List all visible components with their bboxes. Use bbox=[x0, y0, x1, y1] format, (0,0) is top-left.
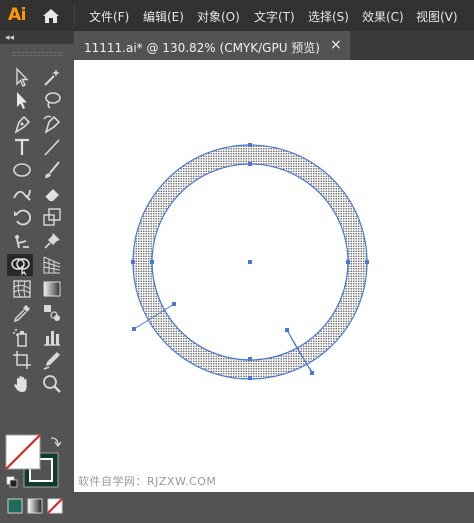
ellipse-tool-icon[interactable] bbox=[9, 159, 35, 181]
rotate-tool-icon[interactable] bbox=[9, 206, 35, 228]
none-mode-button[interactable] bbox=[47, 498, 63, 514]
shape-builder-tool-icon[interactable] bbox=[7, 254, 33, 276]
scale-tool-icon[interactable] bbox=[39, 206, 65, 228]
mesh-tool-icon[interactable] bbox=[9, 278, 35, 300]
direct-selection-tool-icon[interactable] bbox=[9, 89, 35, 111]
eyedropper-tool-icon[interactable] bbox=[9, 302, 35, 324]
symbol-sprayer-tool-icon[interactable] bbox=[9, 326, 35, 348]
color-controls bbox=[5, 434, 63, 514]
type-tool-icon[interactable] bbox=[9, 136, 35, 158]
document-tab-title: 11111.ai* @ 130.82% (CMYK/GPU 预览) bbox=[84, 41, 320, 55]
gradient-mode-button[interactable] bbox=[27, 498, 43, 514]
color-mode-button[interactable] bbox=[7, 498, 23, 514]
menu-select[interactable]: 选择(S) bbox=[308, 8, 349, 25]
tools-panel: ◂◂ bbox=[0, 31, 74, 514]
artboard-canvas[interactable] bbox=[74, 60, 474, 492]
menu-effect[interactable]: 效果(C) bbox=[362, 8, 404, 25]
slice-tool-icon[interactable] bbox=[39, 349, 65, 371]
document-tab-bar: 11111.ai* @ 130.82% (CMYK/GPU 预览) × bbox=[74, 31, 474, 60]
lasso-tool-icon[interactable] bbox=[39, 89, 65, 111]
puppet-warp-tool-icon[interactable] bbox=[9, 230, 35, 252]
menu-edit[interactable]: 编辑(E) bbox=[143, 8, 184, 25]
paintbrush-tool-icon[interactable] bbox=[39, 159, 65, 181]
gradient-tool-icon[interactable] bbox=[39, 278, 65, 300]
hand-tool-icon[interactable] bbox=[9, 373, 35, 395]
line-segment-tool-icon[interactable] bbox=[39, 136, 65, 158]
menu-type[interactable]: 文字(T) bbox=[254, 8, 295, 25]
app-logo: Ai bbox=[8, 5, 26, 25]
tools-panel-header: ◂◂ bbox=[0, 31, 74, 44]
shaper-tool-icon[interactable] bbox=[9, 183, 35, 205]
menu-view[interactable]: 视图(V) bbox=[416, 8, 458, 25]
perspective-grid-tool-icon[interactable] bbox=[39, 254, 65, 276]
fill-swatch[interactable] bbox=[5, 434, 41, 470]
menu-file[interactable]: 文件(F) bbox=[89, 8, 129, 25]
magic-wand-tool-icon[interactable] bbox=[39, 66, 65, 88]
selection-tool-icon[interactable] bbox=[9, 66, 35, 88]
home-icon[interactable] bbox=[42, 7, 60, 25]
zoom-tool-icon[interactable] bbox=[39, 373, 65, 395]
artwork[interactable] bbox=[74, 60, 474, 492]
swap-fill-stroke-icon[interactable] bbox=[50, 437, 62, 448]
default-fill-stroke-icon[interactable] bbox=[6, 476, 18, 488]
pen-tool-icon[interactable] bbox=[9, 113, 35, 135]
document-tab[interactable]: 11111.ai* @ 130.82% (CMYK/GPU 预览) × bbox=[74, 31, 350, 60]
close-icon[interactable]: × bbox=[330, 37, 342, 53]
panel-grip[interactable] bbox=[12, 52, 62, 56]
artboard-tool-icon[interactable] bbox=[9, 349, 35, 371]
watermark-text: 软件自学网：RJZXW.COM bbox=[78, 475, 217, 488]
blend-tool-icon[interactable] bbox=[39, 302, 65, 324]
menu-bar: Ai 文件(F) 编辑(E) 对象(O) 文字(T) 选择(S) 效果(C) 视… bbox=[0, 0, 474, 31]
eraser-tool-icon[interactable] bbox=[39, 183, 65, 205]
menu-object[interactable]: 对象(O) bbox=[197, 8, 240, 25]
collapse-icon[interactable]: ◂◂ bbox=[5, 32, 14, 43]
pin-tool-icon[interactable] bbox=[39, 230, 65, 252]
curvature-tool-icon[interactable] bbox=[39, 113, 65, 135]
menu-separator bbox=[74, 6, 75, 25]
column-graph-tool-icon[interactable] bbox=[39, 326, 65, 348]
